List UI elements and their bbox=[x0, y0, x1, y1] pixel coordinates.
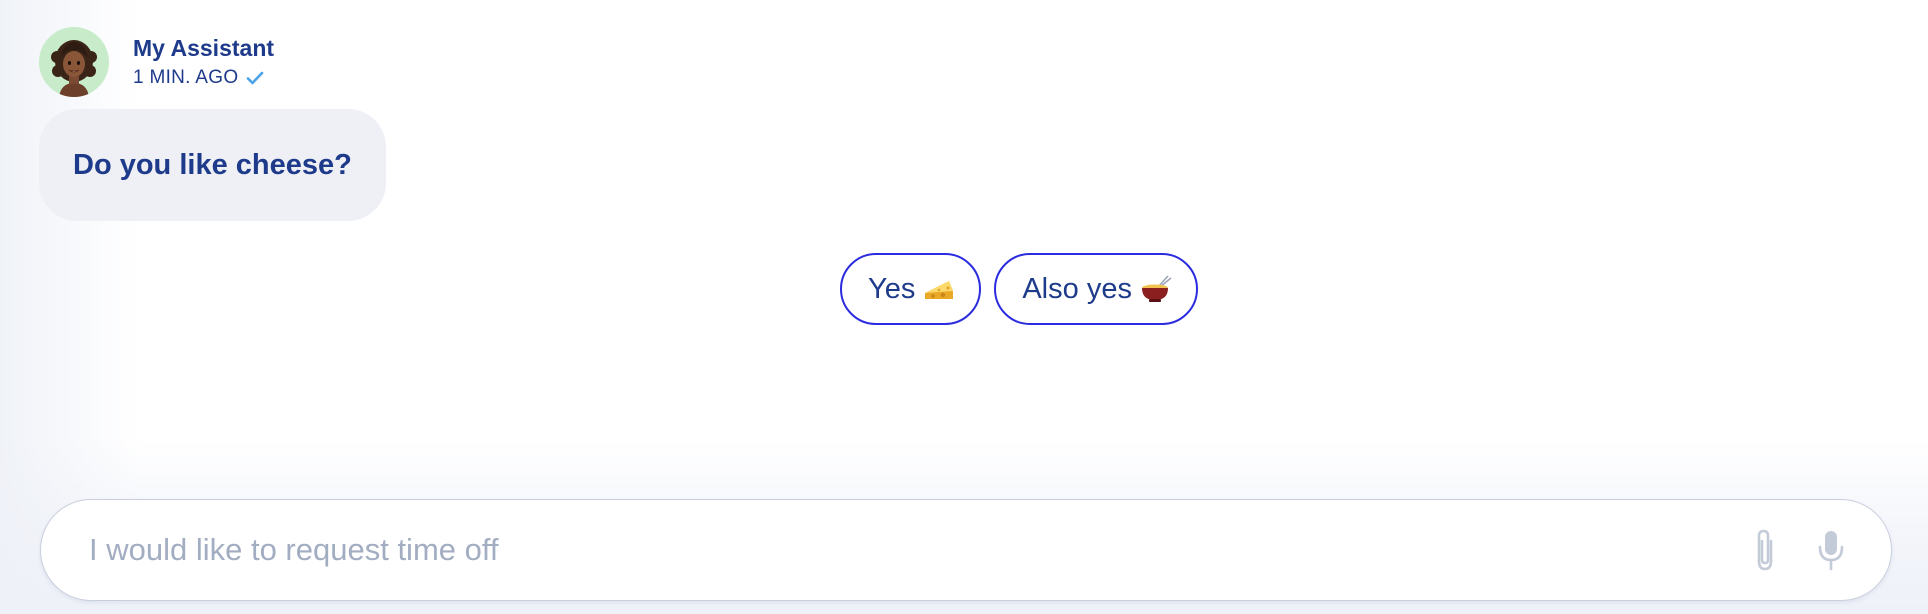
quick-replies: Yes Also yes bbox=[0, 253, 1928, 325]
quick-reply-label: Also yes bbox=[1022, 272, 1132, 305]
sender-name: My Assistant bbox=[133, 35, 275, 61]
check-icon bbox=[246, 71, 264, 85]
microphone-icon[interactable] bbox=[1811, 527, 1851, 573]
message-header: My Assistant 1 MIN. AGO bbox=[39, 27, 274, 97]
message-timestamp: 1 MIN. AGO bbox=[133, 67, 239, 88]
message-composer bbox=[40, 499, 1892, 601]
paperclip-icon[interactable] bbox=[1745, 527, 1785, 573]
quick-reply-also-yes-button[interactable]: Also yes bbox=[994, 253, 1198, 325]
quick-reply-label: Yes bbox=[868, 272, 916, 305]
woman-avatar-icon bbox=[51, 40, 97, 97]
quick-reply-yes-button[interactable]: Yes bbox=[840, 253, 982, 325]
avatar bbox=[39, 27, 109, 97]
cheese-icon bbox=[923, 275, 955, 303]
message-input[interactable] bbox=[41, 499, 1745, 601]
message-text: Do you like cheese? bbox=[73, 148, 352, 181]
message-bubble: Do you like cheese? bbox=[39, 109, 386, 221]
fondue-icon bbox=[1140, 275, 1172, 303]
